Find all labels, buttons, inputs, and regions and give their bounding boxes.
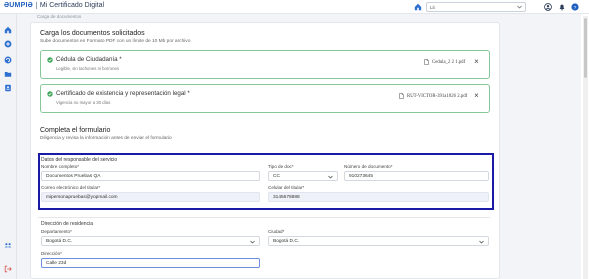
- nombre-field[interactable]: Documentos Pruebas QA: [41, 171, 260, 181]
- uploaded-file-name: Cedula_2 2 1.pdf: [432, 59, 466, 65]
- brand-logo: ƏUMPIƏ: [4, 2, 33, 9]
- check-circle-icon: [47, 57, 53, 63]
- refresh-icon[interactable]: [4, 56, 12, 64]
- departamento-select[interactable]: Bogotá D.C.: [41, 236, 260, 246]
- upload-item-certificado: Certificado de existencia y representaci…: [40, 84, 490, 113]
- brand[interactable]: ƏUMPIƏ Mi Certificado Digital: [4, 2, 104, 9]
- add-circle-icon[interactable]: [4, 40, 12, 48]
- uploaded-file[interactable]: Cedula_2 2 1.pdf: [424, 59, 465, 65]
- ciudad-value: Bogotá D.C.: [273, 239, 300, 244]
- tipo-doc-value: CC: [273, 174, 280, 179]
- chevron-down-icon: [328, 175, 333, 179]
- brand-separator: [35, 2, 37, 9]
- tipo-doc-select[interactable]: CC: [268, 171, 338, 181]
- app-title: Mi Certificado Digital: [39, 2, 105, 9]
- departamento-label: Departamento*: [41, 229, 72, 234]
- upload-item-cedula: Cédula de Ciudadanía * Legible, sin tach…: [40, 50, 490, 79]
- scrollbar[interactable]: [583, 16, 588, 279]
- section-divider: [38, 217, 490, 218]
- remove-file-icon[interactable]: ×: [473, 92, 480, 100]
- contact-card-icon[interactable]: [4, 84, 12, 92]
- uploaded-file[interactable]: RUT-VICTOR-391a1826 2.pdf: [399, 93, 467, 99]
- user-select[interactable]: Lit: [426, 2, 526, 12]
- celular-field[interactable]: 3145678888: [268, 192, 489, 202]
- check-circle-icon: [47, 91, 53, 97]
- user-select-value: Lit: [430, 4, 435, 10]
- numero-doc-label: Número de documento*: [344, 164, 393, 169]
- upload-item-title: Certificado de existencia y representaci…: [56, 90, 190, 97]
- left-sidebar: [0, 14, 17, 279]
- ciudad-label: Ciudad*: [268, 229, 285, 234]
- ciudad-select[interactable]: Bogotá D.C.: [268, 236, 489, 246]
- file-icon: [399, 93, 404, 99]
- form-title: Completa el formulario: [40, 127, 111, 134]
- help-icon[interactable]: ?: [571, 3, 579, 11]
- remove-file-icon[interactable]: ×: [473, 58, 480, 66]
- top-bar: ƏUMPIƏ Mi Certificado Digital Lit ?: [0, 0, 589, 14]
- logout-icon[interactable]: [4, 265, 12, 273]
- uploads-title: Carga los documentos solicitados: [40, 30, 145, 37]
- chevron-down-icon: [517, 5, 522, 9]
- scroll-thumb[interactable]: [584, 18, 587, 78]
- bell-icon[interactable]: [558, 3, 566, 11]
- direccion-label: Dirección*: [41, 251, 62, 256]
- home-icon[interactable]: [414, 3, 422, 11]
- celular-label: Celular del titular*: [268, 185, 305, 190]
- breadcrumb: Carga de documentos: [37, 14, 82, 19]
- uploads-subtitle: Sube documentos en Formato PDF con un lí…: [40, 39, 191, 44]
- chevron-down-icon: [250, 240, 255, 244]
- residencia-title: Dirección de residencia: [41, 221, 93, 227]
- home-icon[interactable]: [4, 26, 12, 34]
- upload-item-title: Cédula de Ciudadanía *: [56, 56, 122, 63]
- departamento-value: Bogotá D.C.: [46, 239, 73, 244]
- users-icon[interactable]: [4, 241, 12, 249]
- form-subtitle: Diligencia y revisa la información antes…: [40, 136, 172, 141]
- numero-doc-field[interactable]: 910273645: [344, 171, 489, 181]
- correo-field[interactable]: mipersonapruebas@yopmail.com: [41, 192, 260, 202]
- nombre-label: Nombre completo*: [41, 164, 80, 169]
- responsable-title: Datos del responsable del servicio: [41, 157, 118, 163]
- svg-text:?: ?: [574, 5, 577, 11]
- correo-label: Correo electrónico del titular*: [41, 185, 101, 190]
- file-icon: [424, 59, 429, 65]
- direccion-field[interactable]: Calle 23d: [41, 258, 260, 268]
- tipo-doc-label: Tipo de doc*: [268, 164, 294, 169]
- chevron-down-icon: [479, 240, 484, 244]
- upload-item-hint: Legible, sin tachones ni borrones: [56, 66, 120, 71]
- upload-item-hint: Vigencia no mayor a 30 días: [56, 100, 111, 105]
- folder-icon[interactable]: [4, 70, 12, 78]
- account-icon[interactable]: [544, 3, 552, 11]
- uploaded-file-name: RUT-VICTOR-391a1826 2.pdf: [407, 93, 468, 99]
